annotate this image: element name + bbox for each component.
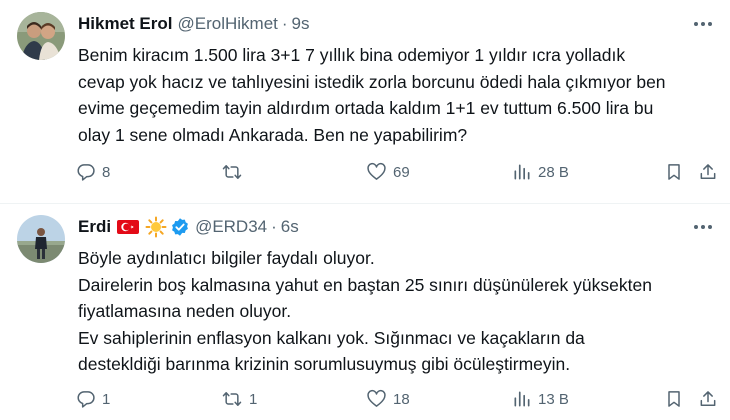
reply-count: 8	[102, 163, 111, 181]
timestamp[interactable]: 6s	[281, 217, 299, 237]
retweet-arrows-icon	[221, 389, 243, 409]
bar-chart-icon	[512, 162, 532, 182]
reply-button[interactable]: 1	[76, 387, 110, 411]
retweet-button[interactable]: 1	[221, 387, 257, 411]
speech-bubble-icon	[76, 162, 96, 182]
reply-button[interactable]: 8	[76, 160, 110, 184]
tweet[interactable]: Erdi @ERD34 · 6s Böyle aydınlatıcı bilgi…	[0, 203, 730, 420]
more-dots-icon[interactable]	[692, 14, 714, 34]
timestamp[interactable]: 9s	[292, 14, 310, 34]
tweet[interactable]: Hikmet Erol @ErolHikmet · 9s Benim kirac…	[0, 0, 730, 203]
share-upload-icon	[698, 389, 718, 409]
bookmark-icon	[664, 389, 684, 409]
share-upload-icon	[698, 162, 718, 182]
views-button[interactable]: 13 B	[512, 387, 569, 411]
turkey-flag-emoji	[117, 219, 140, 235]
tweet-text: Böyle aydınlatıcı bilgiler faydalı oluyo…	[78, 245, 718, 378]
tweet-text-line: evime geçemedim tayin aldırdım ortada ka…	[78, 98, 654, 118]
like-count: 69	[393, 163, 410, 181]
speech-bubble-icon	[76, 389, 96, 409]
like-button[interactable]: 18	[366, 387, 410, 411]
tweet-text-line: destekldiği barınma krizinin sorumlusuym…	[78, 354, 571, 374]
reply-count: 1	[102, 390, 111, 408]
views-button[interactable]: 28 B	[512, 160, 569, 184]
verified-badge-icon[interactable]	[170, 217, 190, 237]
share-button[interactable]	[698, 160, 718, 184]
retweet-button[interactable]	[221, 160, 249, 184]
action-bar: 8 69 28 B	[76, 160, 724, 184]
tweet-text-line: fiyatlamasına neden oluyor.	[78, 301, 292, 321]
tweet-header: Erdi @ERD34 · 6s	[78, 215, 299, 239]
tweet-text-line: Ev sahiplerinin enflasyon kalkanı yok. S…	[78, 327, 585, 348]
tweet-text: Benim kiracım 1.500 lira 3+1 7 yıllık bi…	[78, 42, 718, 148]
separator-dot: ·	[281, 14, 288, 33]
separator-dot: ·	[271, 217, 277, 236]
sun-emoji	[145, 216, 167, 238]
more-dots-icon[interactable]	[692, 217, 714, 237]
display-name[interactable]: Hikmet Erol	[78, 14, 172, 34]
user-handle[interactable]: @ErolHikmet	[177, 14, 277, 34]
retweet-count: 1	[249, 390, 258, 408]
tweet-text-line: cevap yok hacız ve tahlıyesini istedik z…	[78, 71, 666, 92]
bookmark-icon	[664, 162, 684, 182]
bar-chart-icon	[512, 389, 532, 409]
avatar[interactable]	[17, 215, 65, 263]
retweet-arrows-icon	[221, 162, 243, 182]
action-bar: 1 1 18 13 B	[76, 387, 724, 411]
tweet-header: Hikmet Erol @ErolHikmet · 9s	[78, 12, 310, 36]
avatar[interactable]	[17, 12, 65, 60]
bookmark-button[interactable]	[664, 160, 684, 184]
like-count: 18	[393, 390, 410, 408]
tweet-text-line: Böyle aydınlatıcı bilgiler faydalı oluyo…	[78, 248, 375, 268]
tweet-text-line: Benim kiracım 1.500 lira 3+1 7 yıllık bi…	[78, 45, 626, 65]
heart-icon	[366, 162, 387, 182]
like-button[interactable]: 69	[366, 160, 410, 184]
user-handle[interactable]: @ERD34	[195, 217, 267, 237]
view-count: 13 B	[538, 390, 569, 408]
view-count: 28 B	[538, 163, 569, 181]
tweet-text-line: olay 1 sene olmadı Ankarada. Ben ne yapa…	[78, 124, 468, 145]
display-name[interactable]: Erdi	[78, 217, 111, 237]
bookmark-button[interactable]	[664, 387, 684, 411]
heart-icon	[366, 389, 387, 409]
tweet-text-line: Dairelerin boş kalmasına yahut en baştan…	[78, 274, 652, 295]
share-button[interactable]	[698, 387, 718, 411]
